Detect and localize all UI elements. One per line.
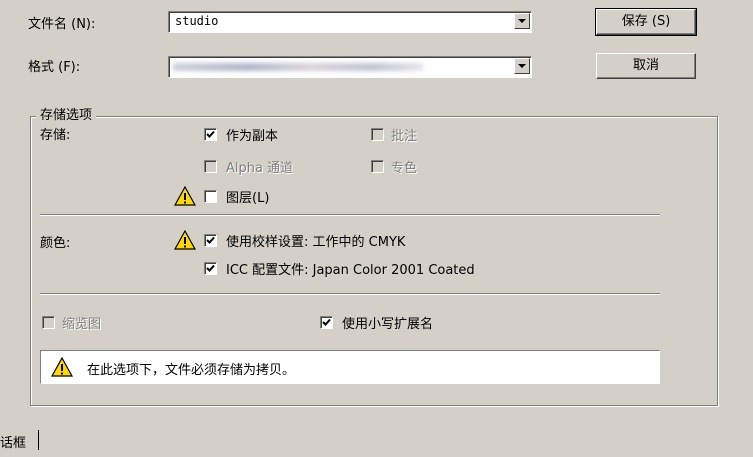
spot-colors-label: 专色 <box>391 161 418 176</box>
chevron-down-icon[interactable] <box>514 58 530 74</box>
lowercase-extension-label[interactable]: 使用小写扩展名 <box>342 313 433 332</box>
warning-icon <box>174 186 196 206</box>
as-copy-checkbox[interactable] <box>204 128 217 141</box>
format-label: 格式 (F): <box>28 60 81 75</box>
icc-profile-checkbox[interactable] <box>204 262 217 275</box>
text-cursor <box>38 430 39 450</box>
warning-icon <box>51 357 73 377</box>
format-value-obscured <box>173 63 423 71</box>
warning-message-box: 在此选项下，文件必须存储为拷贝。 <box>40 350 660 384</box>
icc-profile-label[interactable]: ICC 配置文件: Japan Color 2001 Coated <box>226 259 475 278</box>
group-title: 存储选项 <box>36 104 97 123</box>
cancel-button[interactable]: 取消 <box>596 53 696 79</box>
filename-value[interactable]: studio <box>175 14 218 28</box>
checkmark-icon <box>206 264 215 272</box>
spot-colors-checkbox[interactable] <box>371 160 384 173</box>
filename-combobox[interactable]: studio <box>168 11 532 33</box>
dialog-fragment-label: 话框 <box>0 436 27 451</box>
alpha-channels-label: Alpha 通道 <box>226 161 294 176</box>
as-copy-label[interactable]: 作为副本 <box>226 125 278 144</box>
warning-icon <box>174 230 196 250</box>
checkmark-icon <box>206 130 215 138</box>
thumbnail-label: 缩览图 <box>62 317 102 332</box>
annotations-label: 批注 <box>391 129 418 144</box>
alpha-channels-checkbox[interactable] <box>204 160 217 173</box>
proof-setup-checkbox[interactable] <box>204 234 217 247</box>
proof-setup-label[interactable]: 使用校样设置: 工作中的 CMYK <box>226 231 405 250</box>
checkmark-icon <box>322 318 331 326</box>
save-button[interactable]: 保存 (S) <box>595 8 697 36</box>
annotations-checkbox[interactable] <box>371 128 384 141</box>
warning-text: 在此选项下，文件必须存储为拷贝。 <box>87 363 296 378</box>
save-label: 存储: <box>40 128 71 143</box>
filename-label: 文件名 (N): <box>28 17 96 32</box>
checkmark-icon <box>206 236 215 244</box>
format-combobox[interactable] <box>168 56 532 78</box>
layers-checkbox[interactable] <box>204 190 217 203</box>
separator <box>40 293 660 295</box>
thumbnail-checkbox[interactable] <box>42 316 55 329</box>
lowercase-extension-checkbox[interactable] <box>320 316 333 329</box>
color-label: 颜色: <box>40 236 71 251</box>
separator <box>40 214 660 216</box>
layers-label[interactable]: 图层(L) <box>226 187 269 206</box>
chevron-down-icon[interactable] <box>514 13 530 29</box>
